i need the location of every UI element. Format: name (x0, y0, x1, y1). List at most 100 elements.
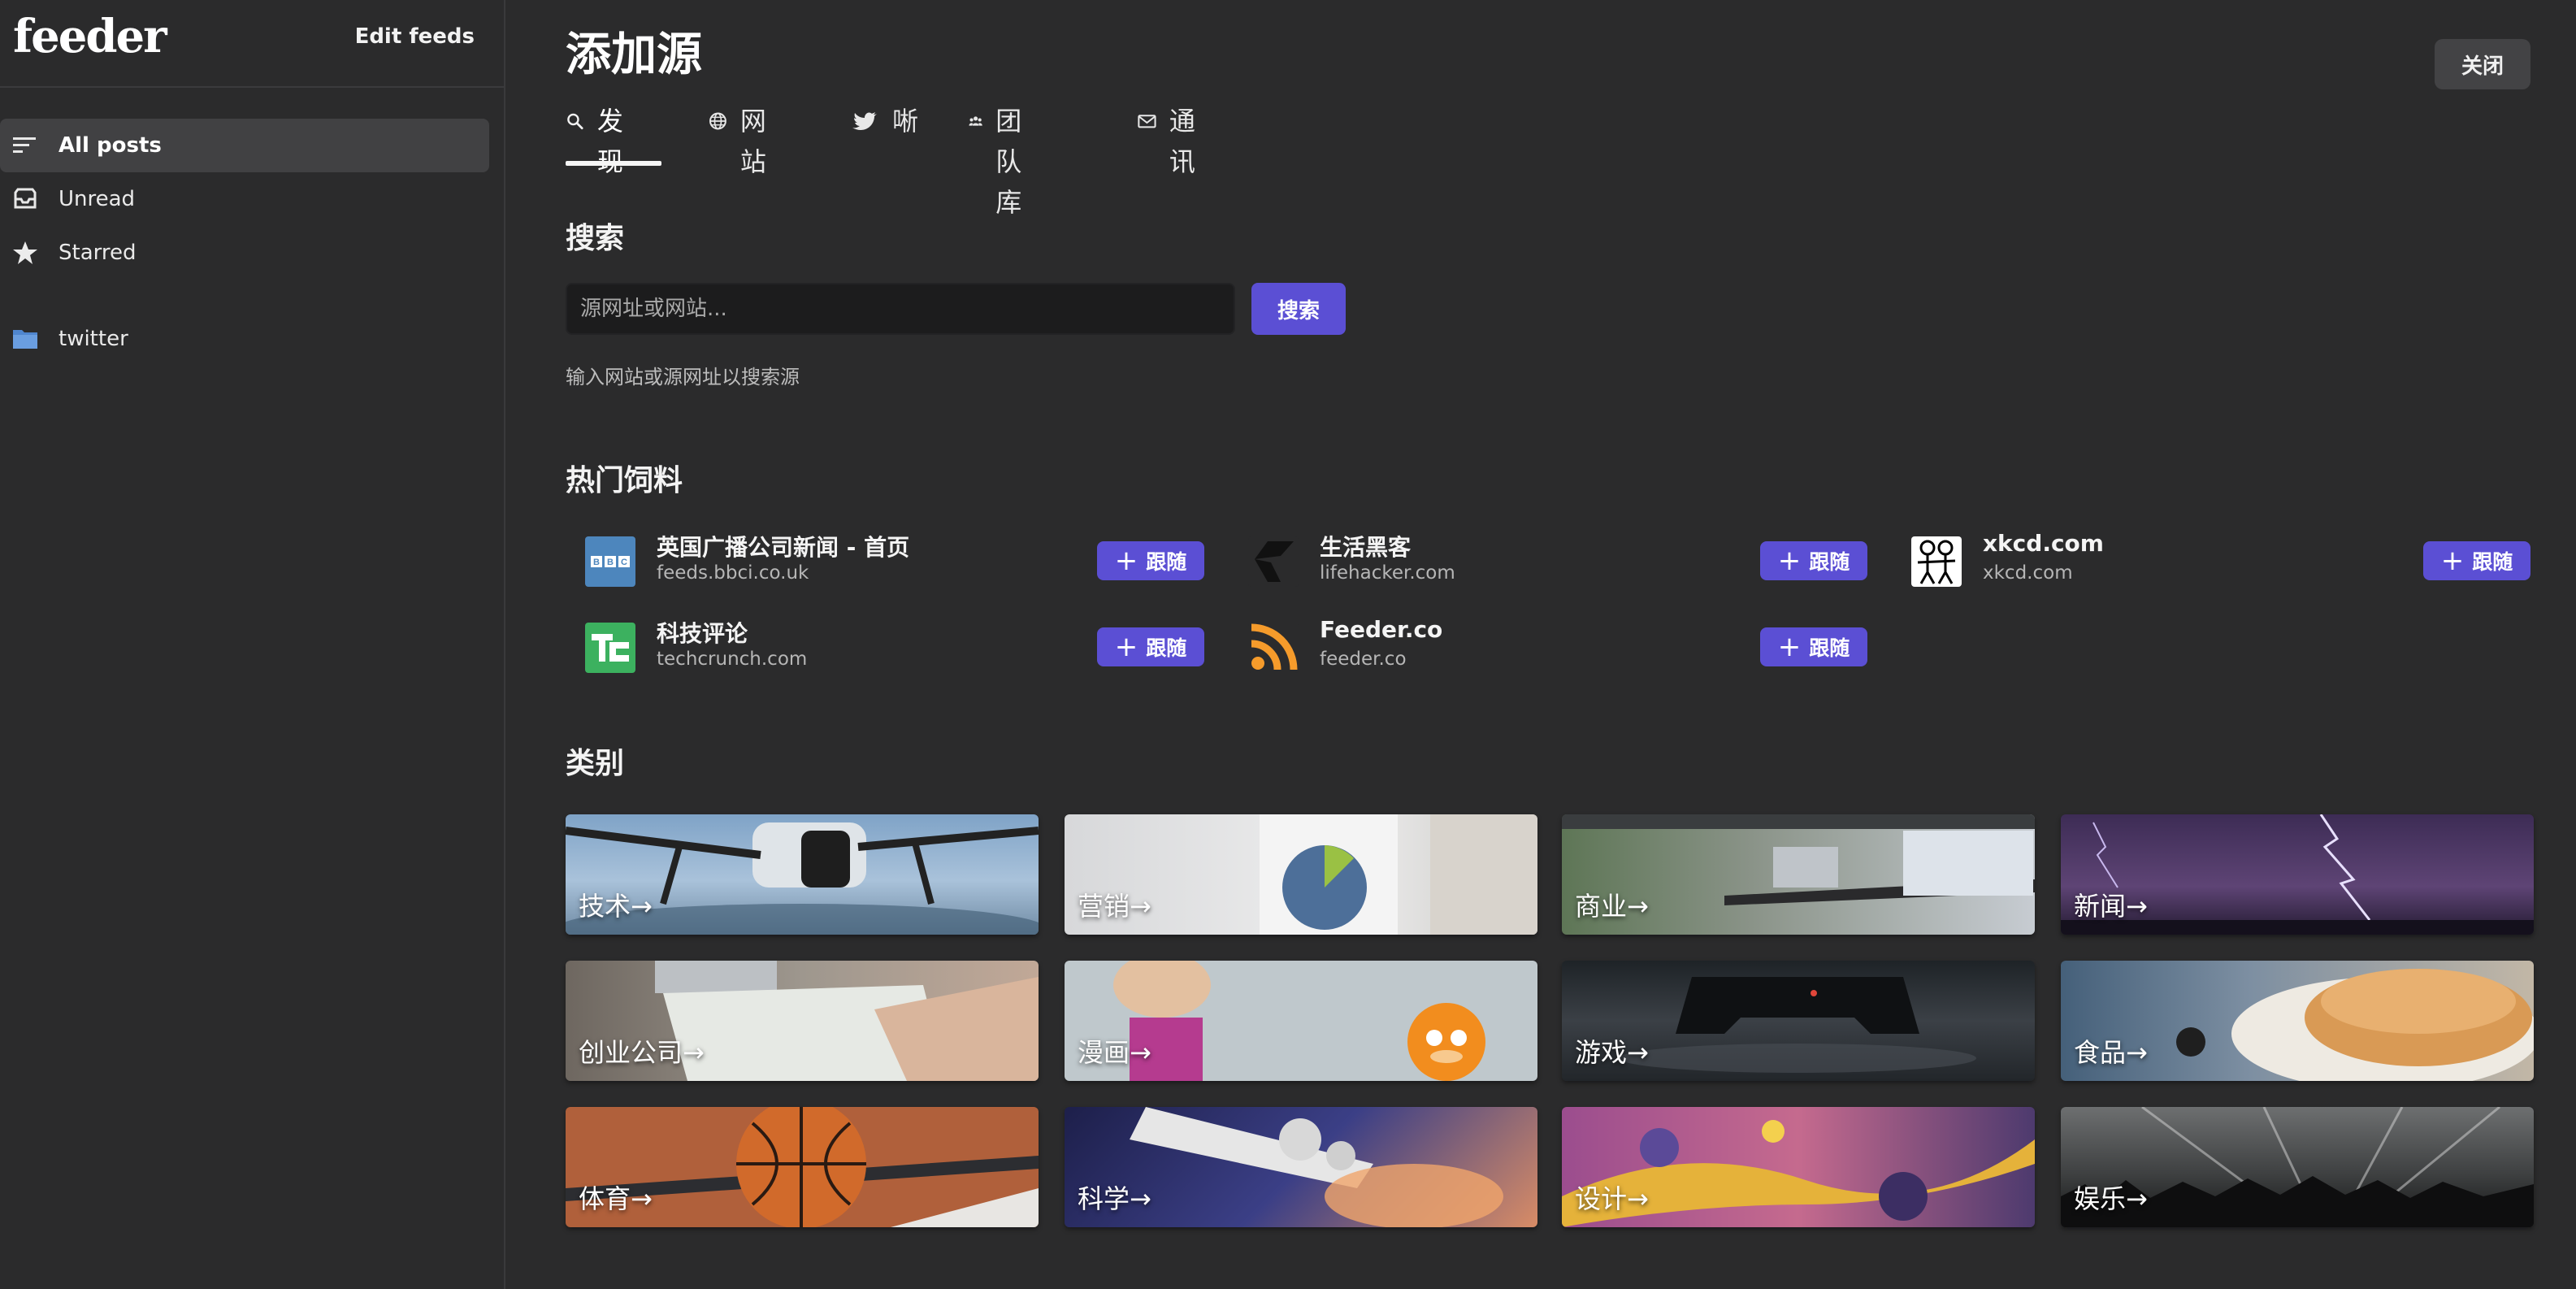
sidebar-item-label: Starred (59, 241, 137, 265)
globe-icon (709, 112, 726, 130)
plus-icon: + (1777, 631, 1802, 663)
category-label: 设计→ (1575, 1183, 1649, 1214)
follow-button[interactable]: + 跟随 (1097, 627, 1204, 666)
follow-button[interactable]: + 跟随 (1097, 541, 1204, 580)
category-design[interactable]: 设计→ (1562, 1107, 2035, 1227)
category-label: 营销→ (1078, 891, 1151, 922)
plus-icon: + (1777, 545, 1802, 577)
category-startups[interactable]: 创业公司→ (566, 961, 1039, 1081)
sidebar-item-label: All posts (59, 133, 162, 158)
category-business[interactable]: 商业→ (1562, 814, 2035, 935)
folder-icon (13, 330, 37, 349)
feed-item-xkcd: xkcd.com xkcd.com + 跟随 (1892, 520, 2530, 593)
star-icon (13, 241, 37, 264)
app-logo[interactable]: feeder (13, 10, 167, 63)
popular-feeds-title: 热门饲料 (566, 464, 683, 497)
category-label: 体育→ (579, 1183, 653, 1214)
feed-url: xkcd.com (1983, 562, 2073, 584)
category-science[interactable]: 科学→ (1065, 1107, 1537, 1227)
follow-label: 跟随 (1146, 636, 1187, 660)
tab-label: 团队库 (995, 106, 1022, 218)
feed-item-bbc: B B C 英国广播公司新闻 - 首页 feeds.bbci.co.uk + 跟随 (566, 520, 1204, 593)
plus-icon: + (2440, 545, 2465, 577)
techcrunch-icon (585, 623, 635, 673)
category-entertainment[interactable]: 娱乐→ (2061, 1107, 2534, 1227)
svg-text:B: B (607, 558, 614, 567)
feed-url: lifehacker.com (1320, 562, 1455, 584)
feed-name: 生活黑客 (1320, 534, 1412, 561)
inbox-icon (14, 188, 37, 209)
mail-icon (1138, 115, 1156, 128)
active-tab-indicator (566, 161, 661, 166)
tab-discover[interactable]: 发现 (566, 101, 632, 177)
plus-icon: + (1114, 545, 1138, 577)
follow-button[interactable]: + 跟随 (1760, 627, 1867, 666)
category-label: 游戏→ (1575, 1037, 1649, 1068)
sidebar: feeder Edit feeds All posts Unread Starr… (0, 0, 505, 1289)
category-label: 娱乐→ (2074, 1183, 2148, 1214)
tab-website[interactable]: 网站 (709, 101, 775, 177)
sidebar-item-unread[interactable]: Unread (0, 172, 489, 226)
category-label: 漫画→ (1078, 1037, 1151, 1068)
feed-name: 英国广播公司新闻 - 首页 (657, 534, 910, 561)
tab-newsletter[interactable]: 通讯 (1138, 101, 1204, 177)
twitter-icon (852, 112, 877, 130)
tab-label: 唽 (892, 106, 919, 137)
page-title: 添加源 (566, 28, 702, 81)
category-food[interactable]: 食品→ (2061, 961, 2534, 1081)
category-tech[interactable]: 技术→ (566, 814, 1039, 935)
category-label: 食品→ (2074, 1037, 2148, 1068)
sidebar-item-label: twitter (59, 327, 128, 351)
tab-label: 发现 (596, 106, 623, 177)
category-news[interactable]: 新闻→ (2061, 814, 2534, 935)
plus-icon: + (1114, 631, 1138, 663)
feed-url: feeder.co (1320, 649, 1407, 670)
category-label: 科学→ (1078, 1183, 1151, 1214)
lifehacker-icon (1248, 536, 1299, 587)
category-label: 新闻→ (2074, 891, 2148, 922)
tab-label: 通讯 (1169, 106, 1195, 177)
category-label: 技术→ (579, 891, 653, 922)
search-section-title: 搜索 (566, 222, 625, 255)
sidebar-item-twitter-folder[interactable]: twitter (0, 312, 489, 366)
sidebar-item-starred[interactable]: Starred (0, 226, 489, 280)
feed-item-techcrunch: 科技评论 techcrunch.com + 跟随 (566, 606, 1204, 679)
follow-label: 跟随 (1809, 636, 1850, 660)
close-button[interactable]: 关闭 (2435, 39, 2530, 89)
tab-team-library[interactable]: 团队库 (969, 101, 1035, 218)
bbc-icon: B B C (585, 536, 635, 587)
svg-text:B: B (593, 558, 600, 567)
svg-text:C: C (621, 558, 627, 567)
team-icon (969, 116, 982, 126)
search-button[interactable]: 搜索 (1251, 283, 1346, 335)
category-label: 商业→ (1575, 891, 1649, 922)
follow-label: 跟随 (1146, 550, 1187, 574)
tab-twitter[interactable]: 唽 (852, 101, 918, 167)
category-marketing[interactable]: 营销→ (1065, 814, 1537, 935)
feed-name: Feeder.co (1320, 616, 1443, 643)
feed-url: feeds.bbci.co.uk (657, 562, 809, 584)
feed-search-input[interactable] (566, 283, 1235, 335)
edit-feeds-link[interactable]: Edit feeds (355, 24, 475, 49)
follow-button[interactable]: + 跟随 (2423, 541, 2530, 580)
search-hint: 输入网站或源网址以搜索源 (566, 366, 800, 388)
follow-label: 跟随 (1809, 550, 1850, 574)
sidebar-item-label: Unread (59, 187, 136, 211)
feed-item-lifehacker: 生活黑客 lifehacker.com + 跟随 (1229, 520, 1867, 593)
sidebar-header: feeder Edit feeds (0, 0, 504, 88)
category-games[interactable]: 游戏→ (1562, 961, 2035, 1081)
tab-label: 网站 (739, 106, 766, 177)
category-comics[interactable]: 漫画→ (1065, 961, 1537, 1081)
category-label: 创业公司→ (579, 1037, 705, 1068)
xkcd-icon (1911, 536, 1962, 587)
rss-icon (1248, 623, 1299, 673)
feed-url: techcrunch.com (657, 649, 808, 670)
add-feed-panel: 添加源 关闭 发现 网站 唽 (507, 0, 2576, 1289)
search-icon (567, 113, 583, 130)
feed-name: 科技评论 (657, 620, 748, 647)
feed-name: xkcd.com (1983, 530, 2104, 557)
sidebar-item-all-posts[interactable]: All posts (0, 119, 489, 172)
category-sports[interactable]: 体育→ (566, 1107, 1039, 1227)
follow-button[interactable]: + 跟随 (1760, 541, 1867, 580)
follow-label: 跟随 (2472, 550, 2513, 574)
